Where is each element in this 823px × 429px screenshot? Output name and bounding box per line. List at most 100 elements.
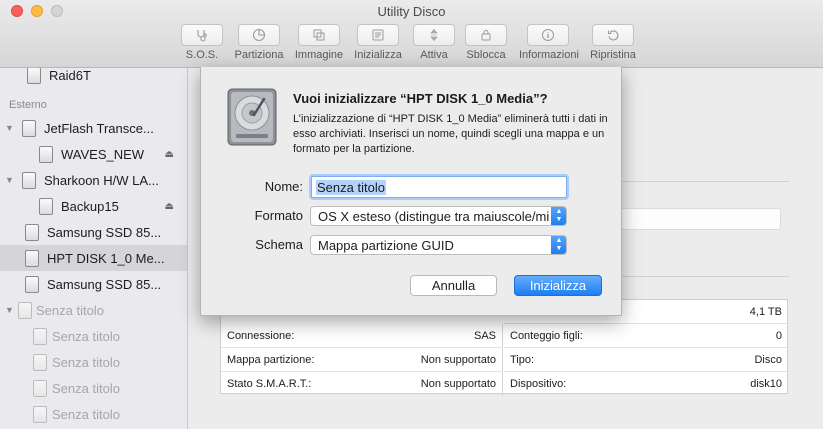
info-label: Conteggio figli: bbox=[510, 329, 583, 342]
scheme-select-value: Mappa partizione GUID bbox=[318, 237, 454, 253]
name-label: Nome: bbox=[264, 179, 303, 194]
disk-icon bbox=[25, 275, 39, 293]
toolbar-label: S.O.S. bbox=[185, 49, 219, 61]
sidebar: Raid6T Esterno ▼ JetFlash Transce... WAV… bbox=[0, 68, 188, 429]
restore-icon bbox=[607, 30, 619, 41]
info-value: 0 bbox=[775, 329, 782, 342]
info-value: 4,1 TB bbox=[749, 305, 782, 318]
info-icon bbox=[542, 29, 554, 41]
lock-icon bbox=[481, 30, 491, 41]
erase-dialog: Vuoi inizializzare “HPT DISK 1_0 Media”?… bbox=[200, 67, 622, 316]
sidebar-item-disk[interactable]: Samsung SSD 85... bbox=[0, 219, 187, 245]
sidebar-item-volume[interactable]: Senza titolo bbox=[0, 401, 187, 427]
toolbar-partition-button[interactable]: Partiziona bbox=[230, 24, 288, 61]
info-label: Dispositivo: bbox=[510, 378, 567, 390]
image-icon bbox=[313, 29, 325, 41]
name-input[interactable]: Senza titolo bbox=[311, 176, 567, 198]
sidebar-item-disk[interactable]: Samsung SSD 85... bbox=[0, 271, 187, 297]
sidebar-item-volume[interactable]: Senza titolo bbox=[0, 323, 187, 349]
sidebar-item-disk[interactable]: ▼ Sharkoon H/W LA... bbox=[0, 167, 187, 193]
toolbar-erase-button[interactable]: Inizializza bbox=[349, 24, 407, 61]
dialog-message: L’inizializzazione di “HPT DISK 1_0 Medi… bbox=[293, 113, 608, 155]
erase-icon bbox=[372, 29, 384, 41]
sidebar-item-volume[interactable]: Senza titolo bbox=[0, 349, 187, 375]
disk-icon bbox=[33, 405, 47, 423]
hard-drive-icon bbox=[227, 88, 277, 146]
info-value: disk10 bbox=[750, 378, 782, 390]
toolbar-image-button[interactable]: Immagine bbox=[290, 24, 348, 61]
info-row: Conteggio figli: 0 bbox=[504, 324, 788, 348]
mount-icon bbox=[430, 29, 438, 41]
toolbar-mount-button[interactable]: Attiva bbox=[405, 24, 463, 61]
disk-icon bbox=[18, 301, 32, 319]
info-row: Dispositivo: disk10 bbox=[504, 372, 788, 396]
toolbar-label: Attiva bbox=[420, 49, 448, 61]
format-select-value: OS X esteso (distingue tra maiuscole/min… bbox=[318, 208, 550, 224]
erase-button[interactable]: Inizializza bbox=[514, 275, 602, 296]
sidebar-item-label: HPT DISK 1_0 Me... bbox=[47, 250, 165, 266]
eject-icon[interactable]: ⏏ bbox=[165, 201, 174, 212]
toolbar-label: Sblocca bbox=[466, 49, 506, 61]
cancel-button[interactable]: Annulla bbox=[410, 275, 497, 296]
disk-icon bbox=[25, 223, 39, 241]
sidebar-item-volume[interactable]: Backup15 ⏏ bbox=[0, 193, 187, 219]
sidebar-item-label: WAVES_NEW bbox=[61, 146, 145, 162]
disclosure-triangle-icon[interactable]: ▼ bbox=[5, 123, 15, 133]
sidebar-item-label: JetFlash Transce... bbox=[44, 120, 154, 136]
disclosure-triangle-icon[interactable]: ▼ bbox=[5, 175, 15, 185]
disk-icon bbox=[39, 145, 53, 163]
toolbar-info-button[interactable]: Informazioni bbox=[519, 24, 579, 61]
info-value: Non supportato bbox=[420, 378, 496, 390]
disclosure-triangle-icon[interactable]: ▼ bbox=[5, 305, 15, 315]
toolbar-sos-button[interactable]: S.O.S. bbox=[173, 24, 231, 61]
toolbar-label: Inizializza bbox=[354, 49, 402, 61]
toolbar-label: Partiziona bbox=[234, 49, 284, 61]
sidebar-item-label: Senza titolo bbox=[52, 354, 120, 370]
toolbar-label: Ripristina bbox=[590, 49, 636, 61]
sidebar-item-raid6t[interactable]: Raid6T bbox=[0, 68, 187, 88]
sidebar-item-label: Samsung SSD 85... bbox=[47, 276, 162, 292]
sidebar-section-external: Esterno bbox=[9, 99, 47, 111]
sidebar-item-label: Backup15 bbox=[61, 198, 119, 214]
dialog-title: Vuoi inizializzare “HPT DISK 1_0 Media”? bbox=[293, 91, 548, 106]
sidebar-item-label: Sharkoon H/W LA... bbox=[44, 172, 159, 188]
window-titlebar: Utility Disco S.O.S. Partiziona Immagine… bbox=[0, 0, 823, 68]
sidebar-item-label: Senza titolo bbox=[52, 380, 120, 396]
scheme-select[interactable]: Mappa partizione GUID ▲ ▼ bbox=[310, 235, 567, 255]
sidebar-item-hpt-disk[interactable]: HPT DISK 1_0 Me... bbox=[0, 245, 187, 271]
info-label: Connessione: bbox=[227, 329, 295, 342]
stethoscope-icon bbox=[197, 30, 207, 42]
chevron-updown-icon: ▲ ▼ bbox=[551, 236, 566, 254]
toolbar-unlock-button[interactable]: Sblocca bbox=[457, 24, 515, 61]
info-value: SAS bbox=[473, 329, 496, 342]
format-select[interactable]: OS X esteso (distingue tra maiuscole/min… bbox=[310, 206, 567, 226]
sidebar-item-disk[interactable]: ▼ JetFlash Transce... bbox=[0, 115, 187, 141]
disk-icon bbox=[33, 379, 47, 397]
info-label: Stato S.M.A.R.T.: bbox=[227, 378, 312, 390]
info-value: Non supportato bbox=[420, 353, 496, 366]
pie-chart-icon bbox=[252, 28, 266, 42]
scheme-label: Schema bbox=[255, 237, 303, 252]
toolbar-label: Immagine bbox=[294, 49, 344, 61]
info-row: Tipo: Disco bbox=[504, 348, 788, 372]
sidebar-item-volume[interactable]: WAVES_NEW ⏏ bbox=[0, 141, 187, 167]
info-row: Connessione: SAS bbox=[221, 324, 503, 348]
info-row: Stato S.M.A.R.T.: Non supportato bbox=[221, 372, 503, 396]
sidebar-item-disk[interactable]: ▼ Senza titolo bbox=[0, 297, 187, 323]
eject-icon[interactable]: ⏏ bbox=[165, 149, 174, 160]
name-input-value: Senza titolo bbox=[316, 179, 386, 195]
window-title: Utility Disco bbox=[377, 4, 446, 19]
sidebar-item-label: Senza titolo bbox=[52, 328, 120, 344]
toolbar-restore-button[interactable]: Ripristina bbox=[584, 24, 642, 61]
info-row: Mappa partizione: Non supportato bbox=[221, 348, 503, 372]
sidebar-item-label: Senza titolo bbox=[36, 302, 104, 318]
chevron-updown-icon: ▲ ▼ bbox=[551, 207, 566, 225]
disk-icon bbox=[33, 353, 47, 371]
disk-icon bbox=[22, 119, 36, 137]
disk-icon bbox=[27, 68, 41, 84]
disk-icon bbox=[22, 171, 36, 189]
sidebar-item-label: Senza titolo bbox=[52, 406, 120, 422]
sidebar-item-volume[interactable]: Senza titolo bbox=[0, 375, 187, 401]
sidebar-item-label: Samsung SSD 85... bbox=[47, 224, 162, 240]
sidebar-item-label: Raid6T bbox=[49, 68, 91, 83]
